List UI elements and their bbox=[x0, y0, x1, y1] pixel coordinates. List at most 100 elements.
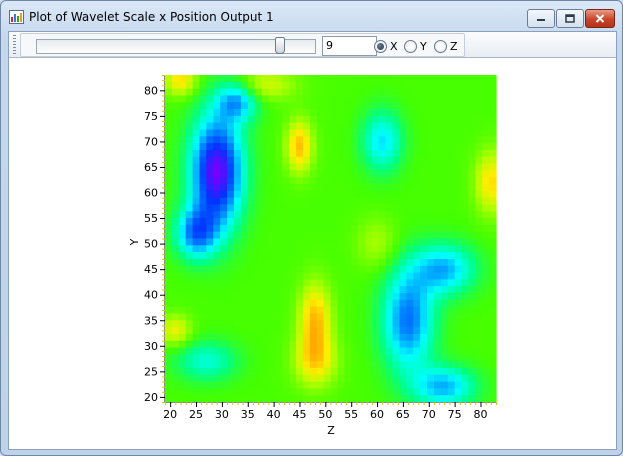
x-tick-label: 80 bbox=[473, 408, 487, 421]
heatmap-cell bbox=[282, 143, 290, 151]
heatmap-cell bbox=[358, 272, 366, 280]
heatmap-cell bbox=[358, 149, 366, 158]
heatmap-cell bbox=[364, 204, 373, 212]
heatmap-cell bbox=[282, 136, 290, 144]
heatmap-cell bbox=[344, 313, 352, 321]
heatmap-cell bbox=[206, 327, 214, 335]
x-tick-label: 30 bbox=[215, 408, 229, 421]
heatmap-cell bbox=[385, 313, 394, 321]
heatmap-cell bbox=[206, 299, 214, 308]
heatmap-cell bbox=[240, 75, 249, 83]
radio-z[interactable]: Z bbox=[434, 39, 458, 53]
heatmap-cell bbox=[475, 156, 483, 165]
heatmap-cell bbox=[323, 177, 332, 185]
heatmap-cell bbox=[268, 258, 276, 267]
heatmap-cell bbox=[282, 149, 290, 158]
close-button[interactable] bbox=[585, 9, 615, 28]
heatmap-cell bbox=[475, 388, 483, 396]
heatmap-cell bbox=[178, 374, 187, 383]
heatmap-cell bbox=[296, 218, 304, 226]
heatmap-cell bbox=[213, 340, 221, 349]
heatmap-cell bbox=[323, 333, 332, 342]
heatmap-cell bbox=[282, 361, 290, 369]
heatmap-cell bbox=[178, 231, 187, 240]
heatmap-cell bbox=[399, 143, 407, 151]
slice-value-input[interactable] bbox=[322, 36, 377, 56]
slice-slider[interactable] bbox=[36, 39, 316, 54]
title-bar[interactable]: Plot of Wavelet Scale x Position Output … bbox=[1, 1, 622, 31]
heatmap-cell bbox=[247, 184, 256, 192]
heatmap-cell bbox=[171, 320, 180, 328]
heatmap-cell bbox=[247, 115, 256, 124]
heatmap-cell bbox=[178, 95, 187, 103]
heatmap-cell bbox=[268, 347, 276, 355]
radio-y-button[interactable] bbox=[404, 39, 417, 53]
heatmap-cell bbox=[309, 299, 318, 308]
heatmap-chart[interactable]: 20 25 30 35 40 45 50 55 60 65 70 75 8020253035404550… bbox=[9, 58, 616, 449]
minimize-button[interactable] bbox=[527, 9, 555, 28]
heatmap-cell bbox=[185, 204, 194, 212]
radio-z-button[interactable] bbox=[434, 39, 447, 53]
heatmap-cell bbox=[220, 136, 228, 144]
heatmap-cell bbox=[206, 333, 214, 342]
heatmap-cell bbox=[371, 136, 380, 144]
heatmap-cell bbox=[482, 272, 490, 280]
heatmap-cell bbox=[289, 320, 297, 328]
heatmap-cell bbox=[302, 272, 311, 280]
heatmap-cell bbox=[192, 367, 201, 376]
heatmap-cell bbox=[427, 279, 435, 287]
heatmap-cell bbox=[254, 129, 263, 137]
heatmap-cell bbox=[392, 306, 401, 315]
heatmap-cell bbox=[413, 279, 421, 287]
heatmap-cell bbox=[178, 81, 187, 90]
heatmap-cell bbox=[323, 245, 332, 253]
heatmap-cell bbox=[433, 381, 442, 389]
radio-x[interactable]: X bbox=[374, 39, 398, 53]
heatmap-cell bbox=[378, 245, 387, 253]
maximize-button[interactable] bbox=[556, 9, 584, 28]
radio-x-button[interactable] bbox=[374, 39, 387, 53]
heatmap-cell bbox=[440, 367, 449, 376]
slice-slider-thumb[interactable] bbox=[275, 37, 285, 54]
heatmap-cell bbox=[330, 75, 338, 83]
heatmap-cell bbox=[482, 149, 490, 158]
heatmap-cell bbox=[185, 286, 194, 294]
heatmap-cell bbox=[433, 88, 442, 97]
heatmap-cell bbox=[433, 122, 442, 131]
heatmap-cell bbox=[254, 170, 263, 178]
radio-y[interactable]: Y bbox=[404, 39, 427, 53]
heatmap-cell bbox=[240, 299, 249, 308]
heatmap-cell bbox=[206, 177, 214, 185]
heatmap-cell bbox=[406, 177, 414, 185]
heatmap-cell bbox=[247, 122, 256, 131]
heatmap-cell bbox=[489, 258, 497, 267]
heatmap-cell bbox=[392, 224, 401, 233]
heatmap-cell bbox=[254, 361, 263, 369]
heatmap-cell bbox=[213, 136, 221, 144]
heatmap-cell bbox=[289, 218, 297, 226]
heatmap-cell bbox=[233, 184, 242, 192]
heatmap-cell bbox=[213, 286, 221, 294]
heatmap-cell bbox=[268, 115, 276, 124]
heatmap-cell bbox=[227, 272, 235, 280]
heatmap-cell bbox=[192, 306, 201, 315]
heatmap-cell bbox=[385, 286, 394, 294]
heatmap-cell bbox=[413, 136, 421, 144]
heatmap-cell bbox=[206, 374, 214, 383]
heatmap-cell bbox=[351, 204, 359, 212]
heatmap-cell bbox=[433, 313, 442, 321]
heatmap-cell bbox=[178, 320, 187, 328]
heatmap-cell bbox=[378, 238, 387, 246]
heatmap-cell bbox=[351, 252, 359, 260]
toolbar-grip[interactable] bbox=[13, 35, 16, 54]
heatmap-cell bbox=[220, 163, 228, 171]
heatmap-cell bbox=[275, 238, 283, 246]
heatmap-cell bbox=[344, 197, 352, 206]
heatmap-cell bbox=[489, 95, 497, 103]
heatmap-cell bbox=[330, 177, 338, 185]
heatmap-cell bbox=[323, 115, 332, 124]
heatmap-cell bbox=[461, 265, 470, 274]
heatmap-cell bbox=[461, 190, 470, 199]
heatmap-cell bbox=[406, 75, 414, 83]
heatmap-cell bbox=[323, 88, 332, 97]
